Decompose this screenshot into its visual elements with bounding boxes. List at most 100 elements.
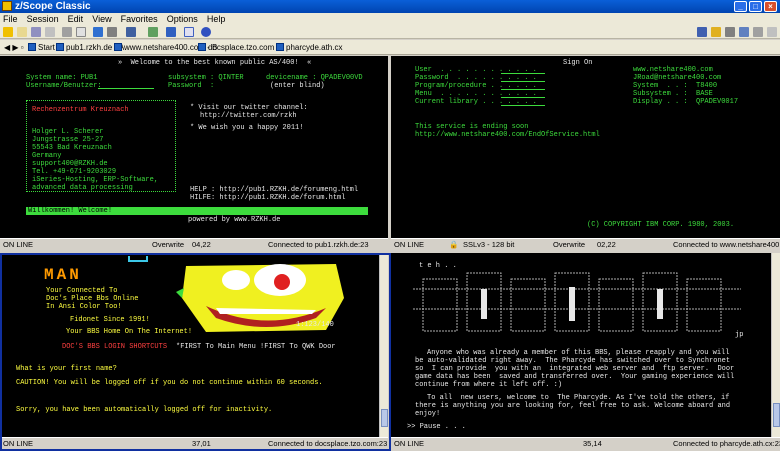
session-icon bbox=[114, 43, 122, 51]
netshare-info: Display . . : QPADEV0017 bbox=[633, 98, 739, 106]
connect-icon[interactable] bbox=[93, 27, 103, 37]
fido-address: 1:123/140 bbox=[296, 321, 334, 329]
menu-view[interactable]: View bbox=[89, 13, 114, 25]
help-icon[interactable] bbox=[201, 27, 211, 37]
netshare-info: JRoad@netshare400.com bbox=[633, 74, 722, 82]
bbs-home-line: Your BBS Home On The Internet! bbox=[66, 328, 193, 336]
status-bar-netshare: ON LINE 🔒 SSLv3 - 128 bit Overwrite 02,2… bbox=[391, 238, 780, 249]
grid-icon[interactable] bbox=[767, 27, 777, 37]
addr-line: Holger L. Scherer bbox=[32, 128, 104, 136]
user-input[interactable] bbox=[501, 73, 545, 74]
tab-pharcyde[interactable]: pharcyde.ath.cx bbox=[276, 42, 342, 54]
toolbar bbox=[0, 25, 780, 39]
tab-bar: ◀ ▶ ▫ Start pub1.rzkh.de - A www.netshar… bbox=[0, 40, 780, 55]
addr-line: Jungstrasse 25-27 bbox=[32, 136, 104, 144]
scrollbar-thumb[interactable] bbox=[381, 409, 388, 427]
open-icon[interactable] bbox=[17, 27, 27, 37]
session-icon bbox=[56, 43, 64, 51]
disconnect-icon[interactable] bbox=[107, 27, 117, 37]
pharcyde-ascii-logo bbox=[413, 272, 741, 332]
ending-url[interactable]: http://www.netshare400.com/EndOfService.… bbox=[415, 131, 600, 139]
close-button[interactable]: × bbox=[764, 1, 777, 12]
app-window: z/Scope Classic _ □ × File Session Edit … bbox=[0, 0, 780, 451]
notice-line: be auto-validated right away. The Pharcy… bbox=[415, 357, 731, 365]
scrollbar-pharcyde[interactable] bbox=[771, 253, 780, 437]
print-icon[interactable] bbox=[45, 27, 55, 37]
password-input[interactable]: (enter blind) bbox=[270, 82, 325, 90]
status-state: ON LINE bbox=[3, 439, 34, 448]
pub1-header: » Welcome to the best known public AS/40… bbox=[118, 59, 312, 67]
password-input[interactable] bbox=[501, 81, 545, 82]
library-input[interactable] bbox=[501, 105, 545, 106]
tab-docsplace[interactable]: docsplace.tzo.com bbox=[198, 42, 274, 54]
maximize-button[interactable]: □ bbox=[749, 1, 762, 12]
terminal-pane-pub1[interactable]: » Welcome to the best known public AS/40… bbox=[0, 56, 388, 238]
cyan-decoration bbox=[128, 256, 148, 262]
paste-icon[interactable] bbox=[76, 27, 86, 37]
ending-text: This service is ending soon bbox=[415, 123, 529, 131]
menu-edit[interactable]: Edit bbox=[65, 13, 87, 25]
addr-line: Germany bbox=[32, 152, 62, 160]
menu-session[interactable]: Session bbox=[24, 13, 62, 25]
copy-icon[interactable] bbox=[62, 27, 72, 37]
status-bar-pharcyde: ON LINE 35,14 Connected to pharcyde.ath.… bbox=[391, 437, 780, 448]
rzkh-title: Rechenzentrum Kreuznach bbox=[32, 106, 129, 114]
subsystem-label: subsystem : QINTER bbox=[168, 74, 244, 82]
keyboard-icon[interactable] bbox=[166, 27, 176, 37]
session-icon bbox=[276, 43, 284, 51]
split-icon[interactable] bbox=[753, 27, 763, 37]
welcome-line: there is anything you are looking for, f… bbox=[415, 402, 731, 410]
caution-text: CAUTION! You will be logged off if you d… bbox=[16, 379, 323, 387]
twitter-url[interactable]: http://twitter.com/rzkh bbox=[200, 112, 297, 120]
connected-line: In Ansi Color Too! bbox=[46, 303, 122, 311]
jp-signature: jp bbox=[735, 331, 744, 339]
logoff-text: Sorry, you have been automatically logge… bbox=[16, 406, 273, 414]
hilfe-url[interactable]: HILFE: http://pub1.RZKH.de/forum.html bbox=[190, 194, 345, 202]
start-icon bbox=[28, 43, 36, 51]
addr-line: advanced data processing bbox=[32, 184, 133, 192]
navigation-arrows[interactable]: ◀ ▶ ▫ bbox=[4, 42, 24, 54]
help-url[interactable]: HELP : http://pub1.RZKH.de/forumeng.html bbox=[190, 186, 358, 194]
pause-prompt: >> Pause . . . bbox=[407, 423, 466, 431]
welcome-text: Willkommen! Welcome! bbox=[28, 207, 113, 215]
menu-help[interactable]: Help bbox=[204, 13, 229, 25]
font-icon[interactable] bbox=[126, 27, 136, 37]
system-name-label: System name: PUB1 bbox=[26, 74, 98, 82]
tool-icon[interactable] bbox=[697, 27, 707, 37]
window-title: z/Scope Classic bbox=[15, 1, 91, 12]
first-name-prompt: What is your first name? bbox=[16, 365, 117, 373]
save-icon[interactable] bbox=[31, 27, 41, 37]
terminal-pane-netshare[interactable]: Sign On User . . . . . . . . . . . . Pas… bbox=[391, 56, 780, 238]
username-input[interactable] bbox=[98, 88, 154, 89]
menu-options[interactable]: Options bbox=[164, 13, 201, 25]
addr-line: 55543 Bad Kreuznach bbox=[32, 144, 112, 152]
sign-on-title: Sign On bbox=[563, 59, 593, 67]
program-input[interactable] bbox=[501, 89, 545, 90]
status-bar-docsplace: ON LINE 37,01 Connected to docsplace.tzo… bbox=[0, 437, 388, 448]
tile-icon[interactable] bbox=[739, 27, 749, 37]
lock-icon[interactable] bbox=[711, 27, 721, 37]
new-session-icon[interactable] bbox=[3, 27, 13, 37]
settings-icon[interactable] bbox=[725, 27, 735, 37]
terminal-pane-docsplace[interactable]: MAN Your Connected To Doc's Place Bbs On… bbox=[0, 253, 379, 437]
menu-bar: File Session Edit View Favorites Options… bbox=[0, 13, 780, 25]
title-bar: z/Scope Classic _ □ × bbox=[0, 0, 780, 13]
macro-icon[interactable] bbox=[148, 27, 158, 37]
scrollbar-thumb[interactable] bbox=[773, 403, 780, 427]
scrollbar-docsplace[interactable] bbox=[379, 253, 388, 437]
menu-input[interactable] bbox=[501, 97, 545, 98]
status-connection: Connected to docsplace.tzo.com:23 bbox=[268, 439, 388, 448]
terminal-pane-pharcyde[interactable]: t e h . . jp Anyone who was already a me… bbox=[391, 253, 771, 437]
shortcuts-title: DOC'S BBS LOGIN SHORTCUTS bbox=[62, 343, 168, 351]
status-cursor-pos: 35,14 bbox=[583, 439, 602, 448]
minimize-button[interactable]: _ bbox=[734, 1, 747, 12]
twitter-text: * Visit our twitter channel: bbox=[190, 104, 308, 112]
status-state: ON LINE bbox=[394, 439, 425, 448]
tab-start[interactable]: Start bbox=[28, 42, 55, 54]
menu-file[interactable]: File bbox=[0, 13, 21, 25]
happy-text: * We wish you a happy 2011! bbox=[190, 124, 304, 132]
welcome-line: To all new users, welcome to The Pharcyd… bbox=[427, 394, 730, 402]
notice-line: game data has been saved and transferred… bbox=[415, 373, 735, 381]
menu-favorites[interactable]: Favorites bbox=[118, 13, 161, 25]
monitor-icon[interactable] bbox=[184, 27, 194, 37]
